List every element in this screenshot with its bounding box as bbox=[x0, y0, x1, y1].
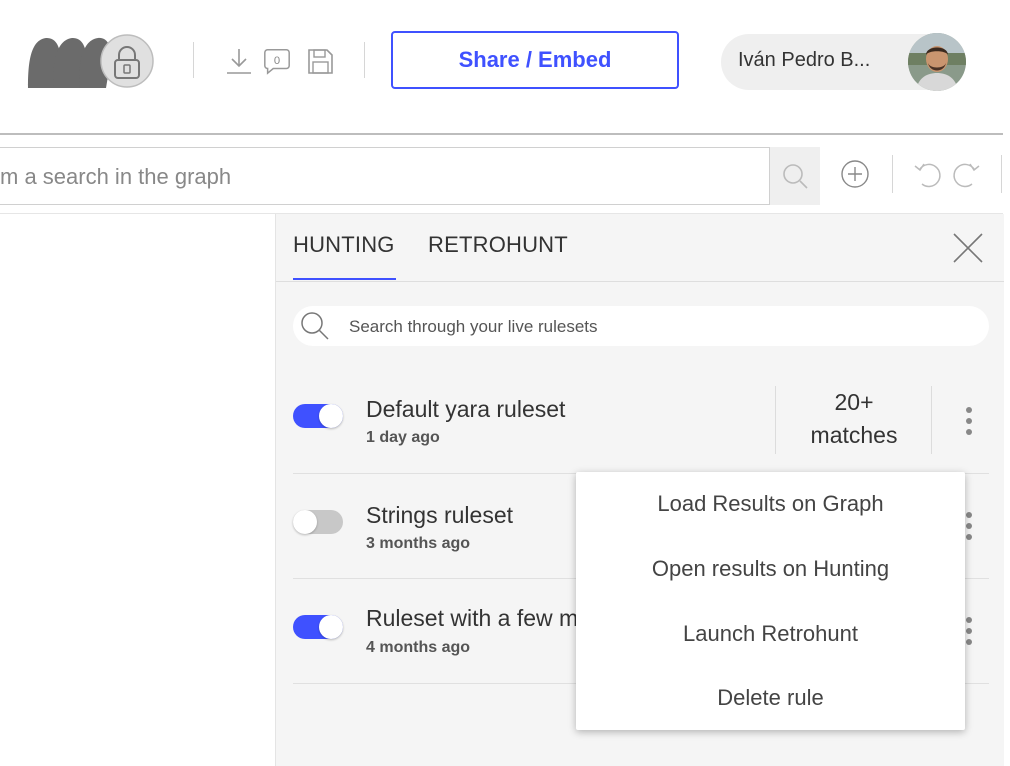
avatar[interactable] bbox=[908, 33, 966, 91]
more-options-icon[interactable] bbox=[963, 407, 975, 437]
divider bbox=[1001, 155, 1002, 193]
menu-item-delete-rule[interactable]: Delete rule bbox=[576, 666, 965, 730]
kebab-dot bbox=[966, 407, 972, 413]
kebab-dot bbox=[966, 418, 972, 424]
add-icon[interactable] bbox=[840, 159, 870, 189]
divider bbox=[193, 42, 194, 78]
user-name: Iván Pedro B... bbox=[738, 49, 871, 71]
share-embed-button[interactable]: Share / Embed bbox=[391, 31, 679, 89]
search-placeholder: m a search in the graph bbox=[0, 164, 232, 189]
ruleset-search-input[interactable]: Search through your live rulesets bbox=[293, 306, 989, 346]
rule-name[interactable]: Strings ruleset bbox=[366, 502, 513, 529]
divider bbox=[892, 155, 893, 193]
rule-time: 1 day ago bbox=[366, 429, 440, 446]
divider bbox=[931, 386, 932, 454]
rule-time: 4 months ago bbox=[366, 639, 471, 656]
menu-item-load-results[interactable]: Load Results on Graph bbox=[576, 472, 965, 536]
tabs-divider bbox=[276, 281, 1004, 282]
comment-count: 0 bbox=[274, 55, 280, 67]
close-icon[interactable] bbox=[950, 230, 986, 266]
active-tab-indicator bbox=[293, 278, 396, 280]
search-icon bbox=[301, 312, 329, 340]
toggle-knob bbox=[319, 404, 343, 428]
comment-icon[interactable]: 0 bbox=[262, 46, 292, 76]
kebab-dot bbox=[966, 639, 972, 645]
menu-item-launch-retrohunt[interactable]: Launch Retrohunt bbox=[576, 602, 965, 666]
list-item: Default yara ruleset 1 day ago 20+ match… bbox=[293, 368, 989, 473]
rule-time: 3 months ago bbox=[366, 535, 471, 552]
graph-search-input[interactable]: m a search in the graph bbox=[0, 147, 770, 205]
kebab-dot bbox=[966, 512, 972, 518]
save-icon[interactable] bbox=[305, 46, 335, 76]
tab-retrohunt[interactable]: RETROHUNT bbox=[428, 232, 568, 258]
kebab-dot bbox=[966, 429, 972, 435]
matches-label: matches bbox=[810, 422, 898, 448]
rule-toggle[interactable] bbox=[293, 510, 343, 534]
matches-count[interactable]: 20+ matches bbox=[795, 386, 913, 452]
search-placeholder: Search through your live rulesets bbox=[349, 317, 598, 336]
download-icon[interactable] bbox=[224, 46, 254, 76]
search-icon[interactable] bbox=[770, 147, 820, 205]
header-divider bbox=[0, 133, 1003, 135]
kebab-dot bbox=[966, 523, 972, 529]
rule-toggle[interactable] bbox=[293, 615, 343, 639]
rule-context-menu: Load Results on Graph Open results on Hu… bbox=[576, 472, 965, 730]
toggle-knob bbox=[293, 510, 317, 534]
kebab-dot bbox=[966, 534, 972, 540]
undo-icon[interactable] bbox=[912, 160, 944, 190]
tab-hunting[interactable]: HUNTING bbox=[293, 232, 395, 258]
divider bbox=[364, 42, 365, 78]
rule-toggle[interactable] bbox=[293, 404, 343, 428]
rule-name[interactable]: Default yara ruleset bbox=[366, 396, 565, 423]
divider bbox=[775, 386, 776, 454]
lock-icon bbox=[110, 44, 144, 82]
matches-value: 20+ bbox=[834, 389, 874, 415]
redo-icon[interactable] bbox=[950, 160, 982, 190]
rule-name[interactable]: Ruleset with a few m bbox=[366, 605, 578, 632]
menu-item-open-hunting[interactable]: Open results on Hunting bbox=[576, 537, 965, 601]
kebab-dot bbox=[966, 628, 972, 634]
toggle-knob bbox=[319, 615, 343, 639]
kebab-dot bbox=[966, 617, 972, 623]
